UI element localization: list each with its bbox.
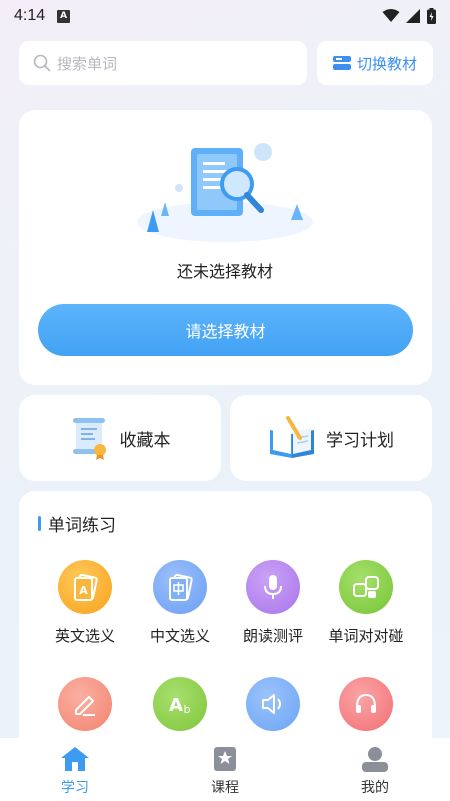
english-choice-label: 英文选义 <box>54 627 115 645</box>
svg-text:b: b <box>184 703 191 716</box>
title-accent-bar <box>38 516 41 531</box>
listening-item[interactable] <box>226 677 320 731</box>
tab-courses-label: 课程 <box>211 780 239 796</box>
study-plan-label: 学习计划 <box>326 430 394 451</box>
read-aloud-label: 朗读测评 <box>242 627 303 645</box>
chinese-card-icon <box>153 560 207 614</box>
word-match-item[interactable]: 单词对对碰 <box>319 560 413 646</box>
spelling-ab-icon: Ab <box>153 677 207 731</box>
status-time: 4:14 <box>14 7 46 24</box>
favorites-card[interactable]: 收藏本 <box>19 395 221 481</box>
switch-icon <box>332 56 351 70</box>
word-practice-title: 单词练习 <box>38 511 116 536</box>
notification-a-icon: A <box>57 9 71 23</box>
bookmark-icon <box>214 747 236 771</box>
search-placeholder: 搜索单词 <box>57 54 118 73</box>
audio-item[interactable] <box>319 677 413 731</box>
headphones-icon <box>339 677 393 731</box>
word-practice-title-text: 单词练习 <box>48 516 116 536</box>
scroll-certificate-icon <box>72 418 106 460</box>
tab-mine[interactable]: 我的 <box>300 738 450 801</box>
svg-text:A: A <box>79 584 88 597</box>
choose-textbook-button[interactable]: 请选择教材 <box>38 304 413 356</box>
speaker-icon <box>246 677 300 731</box>
english-choice-item[interactable]: A 英文选义 <box>38 560 132 646</box>
search-input[interactable]: 搜索单词 <box>19 41 307 85</box>
bottom-tab-bar: 学习 课程 我的 <box>0 738 450 801</box>
open-book-icon <box>270 416 314 458</box>
tab-mine-label: 我的 <box>361 780 389 796</box>
word-match-label: 单词对对碰 <box>328 627 404 645</box>
home-icon <box>61 747 89 771</box>
profile-icon <box>362 747 388 772</box>
chinese-choice-item[interactable]: 中文选义 <box>133 560 227 646</box>
microphone-icon <box>246 560 300 614</box>
spelling-practice-item[interactable] <box>38 677 132 731</box>
tab-study-label: 学习 <box>61 780 89 796</box>
battery-icon <box>427 8 436 24</box>
empty-document-search-icon <box>137 143 313 242</box>
switch-textbook-button[interactable]: 切换教材 <box>317 41 433 85</box>
tab-courses[interactable]: 课程 <box>150 738 300 801</box>
signal-icon <box>406 9 420 23</box>
match-blocks-icon <box>339 560 393 614</box>
favorites-label: 收藏本 <box>119 430 171 451</box>
chinese-choice-label: 中文选义 <box>149 627 210 645</box>
english-card-icon: A <box>58 560 112 614</box>
status-icons <box>382 8 436 24</box>
search-row: 搜索单词 切换教材 <box>19 41 433 85</box>
switch-textbook-label: 切换教材 <box>356 54 417 73</box>
svg-text:A: A <box>169 695 183 716</box>
status-bar: 4:14 A <box>0 0 450 32</box>
wifi-icon <box>382 9 400 22</box>
search-icon <box>33 54 51 72</box>
tab-study[interactable]: 学习 <box>0 738 150 801</box>
pencil-icon <box>58 677 112 731</box>
letter-practice-item[interactable]: Ab <box>133 677 227 731</box>
study-plan-card[interactable]: 学习计划 <box>230 395 432 481</box>
empty-state-message: 还未选择教材 <box>176 262 273 281</box>
read-aloud-item[interactable]: 朗读测评 <box>226 560 320 646</box>
